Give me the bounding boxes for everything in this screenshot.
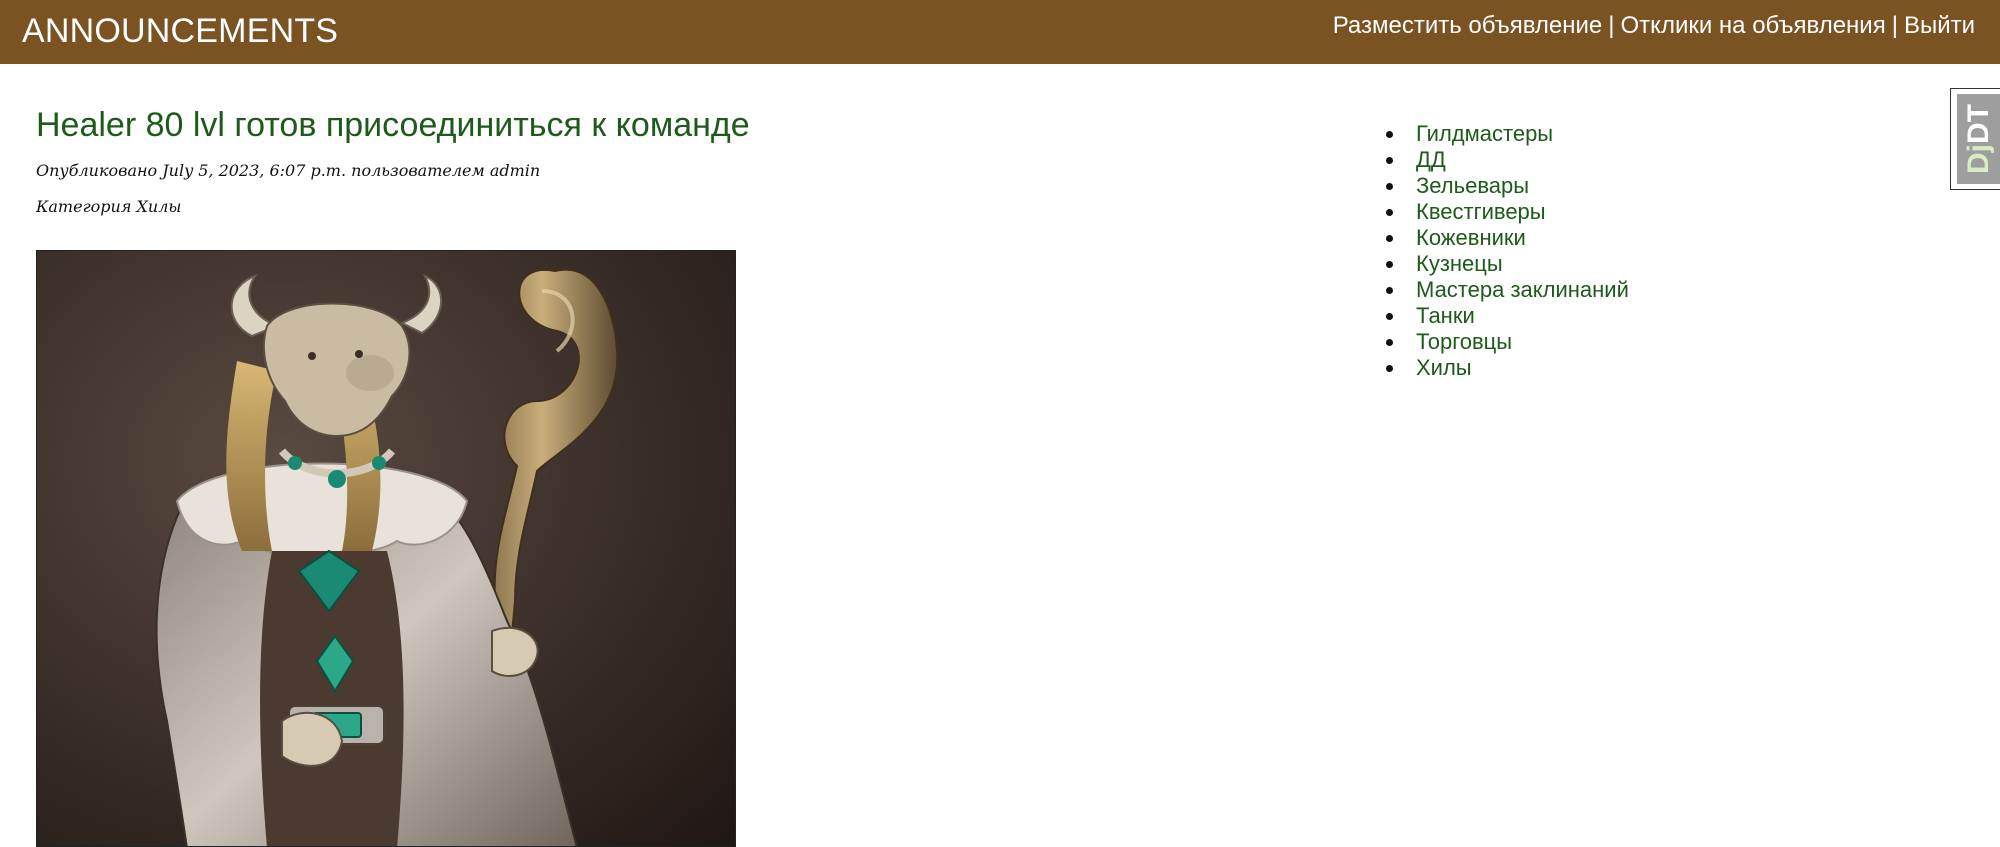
category-link[interactable]: Торговцы (1416, 329, 1512, 354)
category-item: Кузнецы (1383, 251, 1629, 277)
nav-separator: | (1891, 12, 1898, 39)
category-item: Зельевары (1383, 173, 1629, 199)
list-bullet (1386, 313, 1393, 320)
top-navigation-bar: ANNOUNCEMENTS Разместить объявление | Откл… (0, 0, 2000, 64)
category-link[interactable]: Гилдмастеры (1416, 121, 1553, 146)
healer-character-illustration (37, 251, 735, 846)
category-item: Торговцы (1383, 329, 1629, 355)
debug-toolbar-handle[interactable]: DjDT (1950, 88, 2000, 190)
post-published-meta: Опубликовано July 5, 2023, 6:07 p.m. пол… (36, 161, 541, 180)
category-item: Мастера заклинаний (1383, 277, 1629, 303)
nav-logout-link[interactable]: Выйти (1904, 12, 1975, 39)
category-link[interactable]: ДД (1416, 147, 1446, 172)
debug-toolbar-handle-inner: DjDT (1957, 94, 2000, 184)
debug-toolbar-label-suffix: DT (1962, 104, 1995, 144)
category-link[interactable]: Кузнецы (1416, 251, 1503, 276)
category-item: Кожевники (1383, 225, 1629, 251)
list-bullet (1386, 261, 1393, 268)
list-bullet (1386, 287, 1393, 294)
category-link[interactable]: Мастера заклинаний (1416, 277, 1629, 302)
list-bullet (1386, 339, 1393, 346)
category-link[interactable]: Зельевары (1416, 173, 1529, 198)
category-item: Квестгиверы (1383, 199, 1629, 225)
debug-toolbar-label: DjDT (1962, 104, 1996, 174)
category-sidebar-list: Гилдмастеры ДД Зельевары Квестгиверы Кож… (1383, 121, 1629, 381)
category-item: Хилы (1383, 355, 1629, 381)
nav-separator: | (1608, 12, 1615, 39)
category-link[interactable]: Квестгиверы (1416, 199, 1546, 224)
list-bullet (1386, 209, 1393, 216)
site-brand-link[interactable]: ANNOUNCEMENTS (22, 10, 338, 52)
category-item: Танки (1383, 303, 1629, 329)
post-title: Healer 80 lvl готов присоединиться к ком… (36, 106, 750, 144)
category-item: ДД (1383, 147, 1629, 173)
nav-responses-link[interactable]: Отклики на объявления (1621, 12, 1886, 39)
top-nav-links: Разместить объявление | Отклики на объявле… (1333, 11, 1975, 41)
list-bullet (1386, 365, 1393, 372)
list-bullet (1386, 183, 1393, 190)
list-bullet (1386, 131, 1393, 138)
post-image (36, 250, 736, 847)
post-category-meta: Категория Хилы (36, 197, 182, 216)
category-link[interactable]: Кожевники (1416, 225, 1526, 250)
category-link[interactable]: Танки (1416, 303, 1475, 328)
debug-toolbar-label-prefix: Dj (1962, 144, 1995, 174)
category-item: Гилдмастеры (1383, 121, 1629, 147)
list-bullet (1386, 157, 1393, 164)
nav-create-announcement-link[interactable]: Разместить объявление (1333, 12, 1603, 39)
category-link[interactable]: Хилы (1416, 355, 1472, 380)
list-bullet (1386, 235, 1393, 242)
